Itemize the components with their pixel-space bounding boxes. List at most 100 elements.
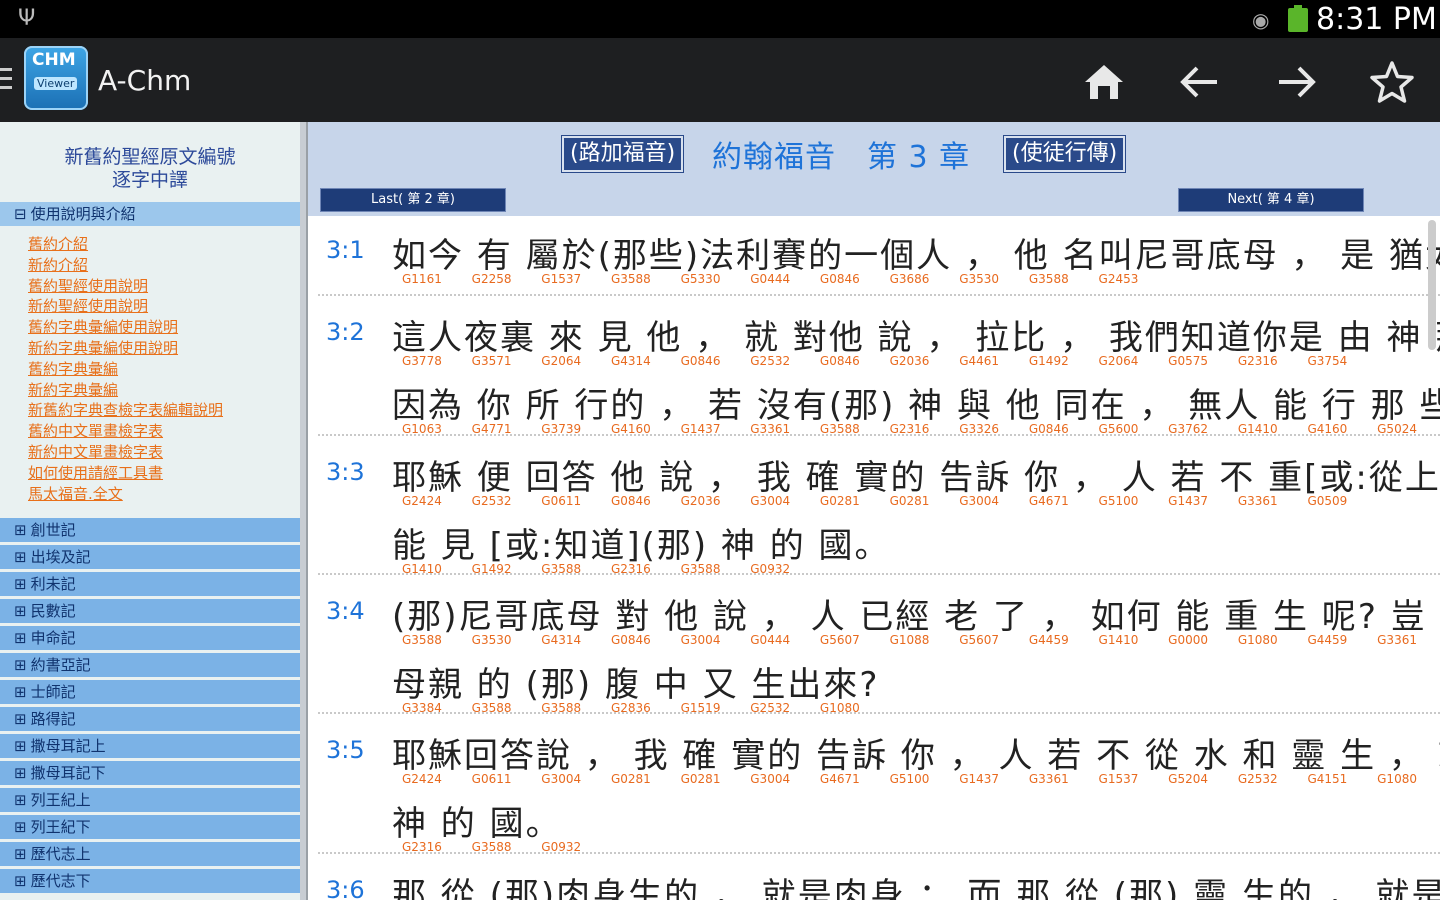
chapter-header: (路加福音) 約翰福音 第 3 章 (使徒行傳) Last( 第 2 章) Ne… xyxy=(308,122,1440,216)
expand-icon: ⊞ xyxy=(14,683,27,701)
verse-number[interactable]: 3:3 xyxy=(326,458,365,486)
sidebar-item-book[interactable]: ⊞ 士師記 xyxy=(0,680,300,704)
sidebar-item-book[interactable]: ⊞ 列王紀上 xyxy=(0,788,300,812)
verse-text: (那)尼哥底母 對 他 說 ， 人 已經 老 了 ， 如何 能 重 生 呢? 豈… xyxy=(392,597,1440,637)
sidebar-link[interactable]: 如何使用請經工具書 xyxy=(28,463,163,483)
verse-divider xyxy=(318,852,1440,854)
home-icon[interactable] xyxy=(1078,56,1130,108)
expand-icon: ⊞ xyxy=(14,872,27,890)
sidebar-item-label: 申命記 xyxy=(30,629,76,647)
sidebar-link[interactable]: 新約字典彙編 xyxy=(28,380,118,400)
verse-number[interactable]: 3:6 xyxy=(326,876,365,900)
expand-icon: ⊞ xyxy=(14,656,27,674)
sidebar-link[interactable]: 新舊約字典查檢字表編輯說明 xyxy=(28,400,223,420)
sidebar-link[interactable]: 舊約介紹 xyxy=(28,234,88,254)
verse-divider xyxy=(318,434,1440,436)
content-pane: (路加福音) 約翰福音 第 3 章 (使徒行傳) Last( 第 2 章) Ne… xyxy=(308,122,1440,900)
collapse-icon: ⊟ xyxy=(14,205,27,223)
verse-text: 這人夜裏 來 見 他 ， 就 對他 說 ， 拉比 ， 我們知道你是 由 神 那裏 xyxy=(392,318,1440,358)
verse-text: 母親 的 (那) 腹 中 又 生出來? xyxy=(392,665,880,705)
expand-icon: ⊞ xyxy=(14,818,27,836)
sidebar-link[interactable]: 舊約字典彙編使用說明 xyxy=(28,317,178,337)
sidebar-item-book[interactable]: ⊞ 路得記 xyxy=(0,707,300,731)
sidebar-heading-line1: 新舊約聖經原文編號 xyxy=(64,146,236,168)
verse-text: 如今 有 屬於(那些)法利賽的一個人 ， 他 名叫尼哥底母 ， 是 猶太人 xyxy=(392,236,1440,276)
sidebar-item-book[interactable]: ⊞ 出埃及記 xyxy=(0,545,300,569)
expand-icon: ⊞ xyxy=(14,629,27,647)
sidebar-item-label: 民數記 xyxy=(30,602,76,620)
verse-divider xyxy=(318,294,1440,296)
last-chapter-button[interactable]: Last( 第 2 章) xyxy=(320,188,506,212)
sidebar-item-label: 路得記 xyxy=(30,710,76,728)
verse-divider xyxy=(318,712,1440,714)
sidebar-item-usage[interactable]: ⊟ 使用說明與介紹 xyxy=(0,202,300,226)
verse-number[interactable]: 3:4 xyxy=(326,597,365,625)
expand-icon: ⊞ xyxy=(14,548,27,566)
battery-icon xyxy=(1288,5,1308,32)
sidebar-item-label: 列王紀下 xyxy=(30,818,91,836)
scrollbar[interactable] xyxy=(1428,220,1436,350)
eye-icon: ◉ xyxy=(1252,8,1270,32)
app-logo-subtext: Viewer xyxy=(34,77,78,90)
strong-codes[interactable]: G2424 G0611 G3004 G0281 G0281 G3004 G467… xyxy=(402,772,1440,786)
next-chapter-button[interactable]: Next( 第 4 章) xyxy=(1178,188,1364,212)
sidebar-heading-line2: 逐字中譯 xyxy=(111,169,188,191)
expand-icon: ⊞ xyxy=(14,737,27,755)
sidebar-item-book[interactable]: ⊞ 創世記 xyxy=(0,518,300,542)
sidebar-item-label: 列王紀上 xyxy=(30,791,91,809)
next-book-button[interactable]: (使徒行傳) xyxy=(1002,135,1127,173)
verse-text: 神 的 國。 xyxy=(392,804,562,844)
chapter-title: 約翰福音 第 3 章 xyxy=(712,140,971,175)
sidebar-item-book[interactable]: ⊞ 利未記 xyxy=(0,572,300,596)
strong-codes[interactable]: G3778 G3571 G2064 G4314 G0846 G2532 G084… xyxy=(402,354,1347,368)
sidebar-item-book[interactable]: ⊞ 列王紀下 xyxy=(0,815,300,839)
sidebar-link[interactable]: 新約中文單畫檢字表 xyxy=(28,442,163,462)
expand-icon: ⊞ xyxy=(14,602,27,620)
sidebar-item-label: 撒母耳記下 xyxy=(30,764,106,782)
sidebar-link[interactable]: 新約聖經使用說明 xyxy=(28,296,148,316)
verse-number[interactable]: 3:1 xyxy=(326,236,365,264)
sidebar-item-label: 約書亞記 xyxy=(30,656,91,674)
expand-icon: ⊞ xyxy=(14,845,27,863)
forward-arrow-icon[interactable] xyxy=(1270,56,1322,108)
star-icon[interactable] xyxy=(1366,56,1418,108)
sidebar-item-label: 撒母耳記上 xyxy=(30,737,106,755)
strong-codes[interactable]: G3588 G3530 G4314 G0846 G3004 G0444 G560… xyxy=(402,633,1440,647)
sidebar-item-book[interactable]: ⊞ 申命記 xyxy=(0,626,300,650)
sidebar-item-label: 士師記 xyxy=(30,683,76,701)
verse-number[interactable]: 3:5 xyxy=(326,736,365,764)
verse-text: 耶穌回答說 ， 我 確 實的 告訴 你 ， 人 若 不 從 水 和 靈 生 ， … xyxy=(392,736,1440,776)
drawer-menu-icon[interactable] xyxy=(0,68,12,95)
sidebar-link[interactable]: 新約介紹 xyxy=(28,255,88,275)
expand-icon: ⊞ xyxy=(14,710,27,728)
sidebar-item-book[interactable]: ⊞ 歷代志下 xyxy=(0,869,300,893)
verse-number[interactable]: 3:2 xyxy=(326,318,365,346)
sidebar-link[interactable]: 舊約聖經使用說明 xyxy=(28,276,148,296)
sidebar-item-label: 利未記 xyxy=(30,575,76,593)
sidebar-link[interactable]: 馬太福音.全文 xyxy=(28,484,123,504)
expand-icon: ⊞ xyxy=(14,575,27,593)
sidebar-item-label: 使用說明與介紹 xyxy=(30,205,136,223)
expand-icon: ⊞ xyxy=(14,764,27,782)
sidebar-heading: 新舊約聖經原文編號 逐字中譯 xyxy=(0,146,300,192)
sidebar-item-book[interactable]: ⊞ 撒母耳記下 xyxy=(0,761,300,785)
verse-text: 因為 你 所 行的 ， 若 沒有(那) 神 與 他 同在 ， 無人 能 行 那 … xyxy=(392,386,1440,426)
sidebar-item-book[interactable]: ⊞ 約書亞記 xyxy=(0,653,300,677)
sidebar-link[interactable]: 舊約字典彙編 xyxy=(28,359,118,379)
verse-divider xyxy=(318,573,1440,575)
usb-icon: Ψ xyxy=(18,6,36,31)
sidebar-item-label: 歷代志下 xyxy=(30,872,91,890)
status-bar: Ψ ◉ 8:31 PM xyxy=(0,0,1440,38)
sidebar-link[interactable]: 舊約中文單畫檢字表 xyxy=(28,421,163,441)
app-logo[interactable]: CHM Viewer xyxy=(24,46,88,110)
sidebar-item-book[interactable]: ⊞ 撒母耳記上 xyxy=(0,734,300,758)
back-arrow-icon[interactable] xyxy=(1174,56,1226,108)
strong-codes[interactable]: G2424 G2532 G0611 G0846 G2036 G3004 G028… xyxy=(402,494,1347,508)
sidebar-item-label: 歷代志上 xyxy=(30,845,91,863)
sidebar-link[interactable]: 新約字典彙編使用說明 xyxy=(28,338,178,358)
sidebar-item-label: 出埃及記 xyxy=(30,548,91,566)
prev-book-button[interactable]: (路加福音) xyxy=(560,135,685,173)
sidebar-item-book[interactable]: ⊞ 歷代志上 xyxy=(0,842,300,866)
sidebar-item-book[interactable]: ⊞ 民數記 xyxy=(0,599,300,623)
strong-codes[interactable]: G1161 G2258 G1537 G3588 G5330 G0444 G084… xyxy=(402,272,1138,286)
